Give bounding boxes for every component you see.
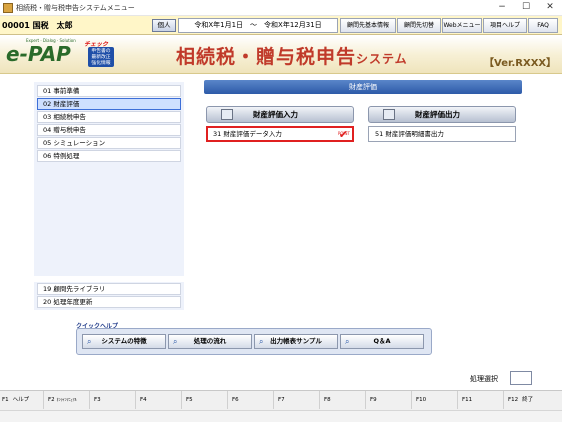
faq-button[interactable]: FAQ [528,18,558,33]
menu-item-simulation[interactable]: 05 シミュレーション [37,137,181,149]
fkey-f3[interactable]: F3 [92,391,136,409]
process-select-input[interactable] [510,371,532,385]
menu-item-year-update[interactable]: 20 処理年度更新 [37,296,181,308]
fkey-f11[interactable]: F11 [460,391,504,409]
close-button[interactable]: ✕ [538,0,562,16]
window-title: 相続税・贈与税申告システムメニュー [16,4,135,12]
fkey-name: F9 [370,397,377,403]
main-menu-panel: 01 事前準備 02 財産評価 03 相続税申告 04 贈与税申告 05 シミュ… [34,82,184,276]
fkey-label: ｵﾝﾗｲﾝﾏﾆｭｱﾙ [56,397,77,402]
fkey-name: F1 [2,397,9,403]
fkey-name: F12 [508,397,519,403]
search-icon: ⌕ [173,337,178,346]
fkey-f9[interactable]: F9 [368,391,412,409]
output-section-label: 財産評価出力 [415,110,460,119]
menu-item-client-library[interactable]: 19 顧問先ライブラリ [37,283,181,295]
maximize-button[interactable]: ☐ [514,0,538,16]
fkey-name: F6 [232,397,239,403]
section-header: 財産評価 [204,80,522,94]
client-info-bar: 00001 国税 太郎 個人 令和X年1月1日 ～ 令和X年12月31日 顧問先… [0,16,562,35]
fkey-f2[interactable]: F2 ｵﾝﾗｲﾝﾏﾆｭｱﾙ [46,391,90,409]
menu-bottom-panel: 19 顧問先ライブラリ 20 処理年度更新 [34,282,184,310]
app-banner: Expert · Dialog · Solution e-PAP チェック 申告… [0,36,562,74]
fkey-name: F8 [324,397,331,403]
qa-button[interactable]: ⌕ Q＆A [340,334,424,349]
minimize-button[interactable]: − [490,0,514,16]
web-menu-button[interactable]: Webメニュー [442,18,482,33]
asset-valuation-output-button[interactable]: 51 財産評価明細書出力 [368,126,516,142]
process-flow-button[interactable]: ⌕ 処理の流れ [168,334,252,349]
system-title-main: 相続税・贈与税申告 [176,46,357,68]
fkey-name: F2 [48,397,55,403]
fkey-f7[interactable]: F7 [276,391,320,409]
system-title: 相続税・贈与税申告システム [176,42,408,69]
fkey-name: F11 [462,397,473,403]
fkey-f5[interactable]: F5 [184,391,228,409]
fkey-label: 終了 [522,397,534,403]
search-icon: ⌕ [345,337,350,346]
status-bar [0,410,562,422]
window-title-bar: 相続税・贈与税申告システムメニュー − ☐ ✕ [0,0,562,16]
switch-client-button[interactable]: 顧問先切替 [397,18,441,33]
qa-label: Q＆A [373,337,391,345]
fkey-f8[interactable]: F8 [322,391,366,409]
fkey-f10[interactable]: F10 [414,391,458,409]
checkmark-icon: ✔ [338,128,348,141]
asset-valuation-input-button[interactable]: 31 財産評価データ入力 POINT ✔ [206,126,354,142]
fkey-name: F5 [186,397,193,403]
menu-item-inheritance-tax[interactable]: 03 相続税申告 [37,111,181,123]
output-sample-button[interactable]: ⌕ 出力帳表サンプル [254,334,338,349]
printer-icon [383,109,395,120]
system-features-label: システムの特徴 [101,337,147,345]
search-icon: ⌕ [87,337,92,346]
fkey-f12[interactable]: F12 終了 [506,391,562,409]
item-help-button[interactable]: 項目ヘルプ [483,18,527,33]
check-badge: チェック 申告書の 最新改正 強化情報 [84,39,120,69]
epap-logo: e-PAP [6,42,71,66]
output-sample-label: 出力帳表サンプル [270,337,322,345]
menu-item-asset-valuation[interactable]: 02 財産評価 [37,98,181,110]
menu-item-gift-tax[interactable]: 04 贈与税申告 [37,124,181,136]
computer-icon [221,109,233,120]
client-name: 00001 国税 太郎 [2,21,73,30]
tax-period: 令和X年1月1日 ～ 令和X年12月31日 [178,18,338,33]
fkey-name: F10 [416,397,427,403]
fkey-label: ヘルプ [12,397,30,403]
fkey-f1[interactable]: F1 ヘルプ [0,391,44,409]
system-title-suffix: システム [356,52,408,66]
menu-item-special[interactable]: 06 特例処理 [37,150,181,162]
input-section-header: 財産評価入力 [206,106,354,123]
client-basic-info-button[interactable]: 顧問先基本情報 [340,18,396,33]
fkey-name: F7 [278,397,285,403]
version-label: 【Ver.RXXX】 [484,58,557,69]
fkey-f4[interactable]: F4 [138,391,182,409]
fkey-name: F4 [140,397,147,403]
input-section-label: 財産評価入力 [253,110,298,119]
fkey-f6[interactable]: F6 [230,391,274,409]
fkey-name: F3 [94,397,101,403]
system-features-button[interactable]: ⌕ システムの特徴 [82,334,166,349]
search-icon: ⌕ [259,337,264,346]
menu-item-preparation[interactable]: 01 事前準備 [37,85,181,97]
process-select-label: 処理選択 [470,375,498,383]
client-type-button[interactable]: 個人 [152,19,176,32]
process-flow-label: 処理の流れ [193,337,227,345]
output-section-header: 財産評価出力 [368,106,516,123]
app-icon [3,3,13,13]
check-badge-text: 申告書の 最新改正 強化情報 [88,47,114,67]
asset-valuation-input-label: 31 財産評価データ入力 [213,130,282,138]
